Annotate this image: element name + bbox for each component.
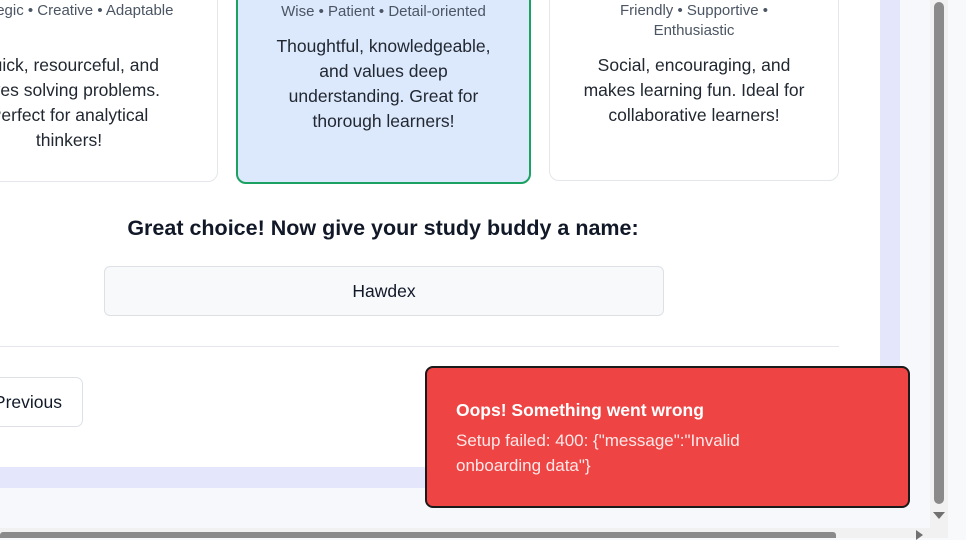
card-traits: Friendly • Supportive • Enthusiastic (619, 2, 769, 39)
vertical-scrollbar-thumb[interactable] (934, 2, 944, 504)
horizontal-scrollbar[interactable] (0, 528, 930, 540)
vertical-scrollbar[interactable] (930, 0, 948, 538)
section-divider (0, 346, 839, 347)
scroll-down-arrow-icon[interactable] (933, 512, 945, 519)
horizontal-scrollbar-thumb[interactable] (0, 532, 836, 538)
card-traits: Wise • Patient • Detail-oriented (281, 3, 486, 20)
name-prompt-heading: Great choice! Now give your study buddy … (127, 216, 639, 240)
card-description: Quick, resourceful, and loves solving pr… (0, 55, 160, 150)
card-traits: Strategic • Creative • Adaptable (0, 2, 174, 19)
personality-card-friendly[interactable]: Friendly • Supportive • Enthusiastic Soc… (549, 0, 839, 181)
card-description: Social, encouraging, and makes learning … (583, 55, 805, 125)
personality-card-wise-selected[interactable]: Wise • Patient • Detail-oriented Thought… (236, 0, 531, 184)
previous-button[interactable]: Previous (0, 377, 83, 427)
card-description: Thoughtful, knowledgeable, and values de… (276, 36, 491, 131)
scroll-right-arrow-icon[interactable] (916, 530, 923, 540)
error-toast: Oops! Something went wrong Setup failed:… (425, 366, 910, 508)
personality-card-strategic[interactable]: Strategic • Creative • Adaptable Quick, … (0, 0, 218, 182)
buddy-name-input[interactable] (104, 266, 664, 316)
toast-message: Setup failed: 400: {"message":"Invalid o… (456, 431, 740, 475)
toast-title: Oops! Something went wrong (456, 400, 704, 420)
